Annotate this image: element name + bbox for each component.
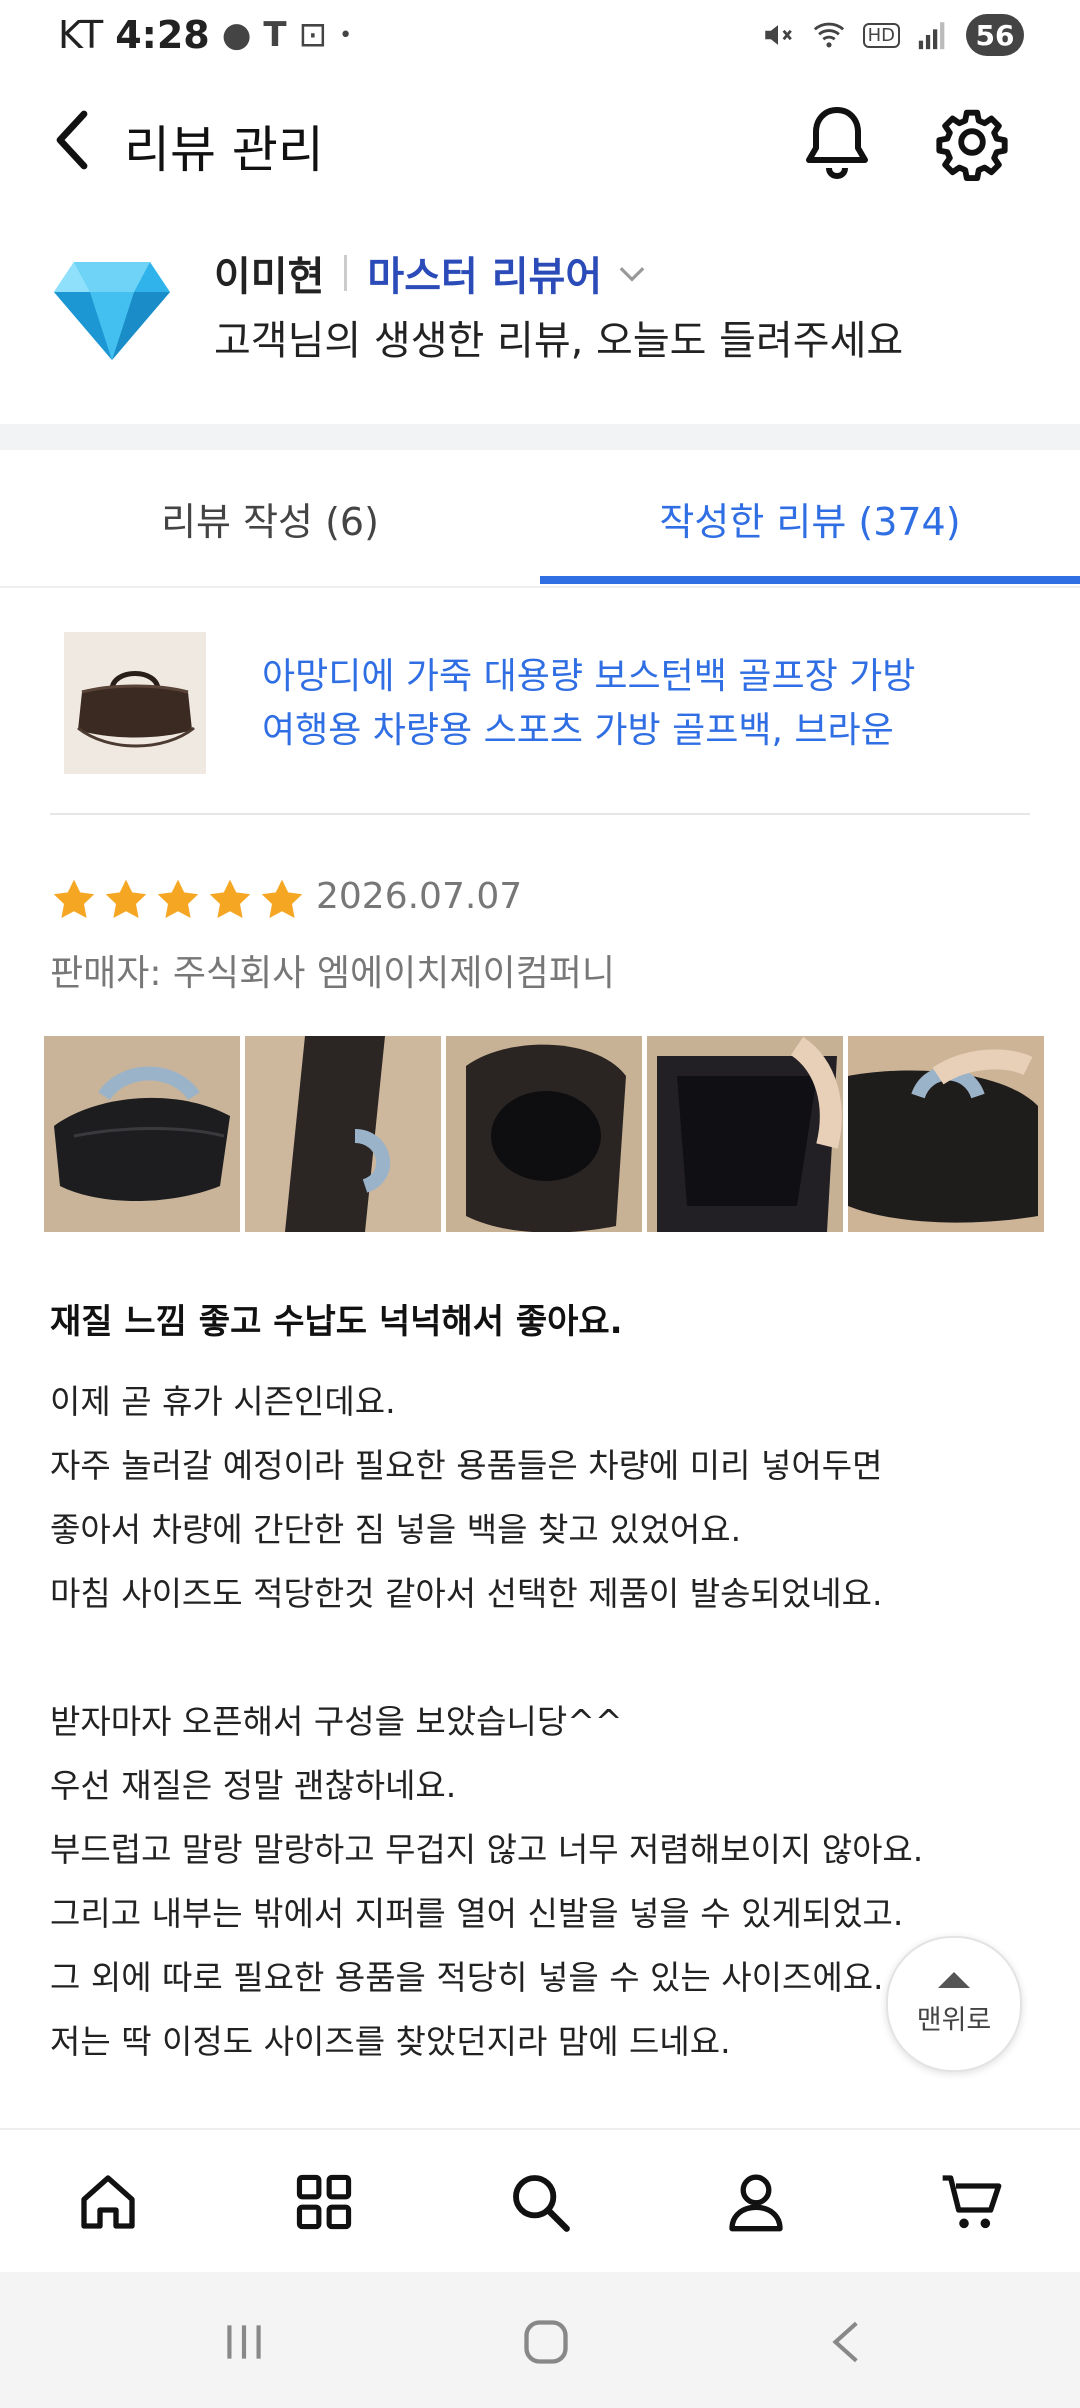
- mute-icon: [764, 25, 792, 45]
- dot-icon: •: [339, 22, 353, 48]
- star-rating: [50, 876, 306, 924]
- review-photo[interactable]: [245, 1036, 441, 1232]
- bottom-navigation: [0, 2128, 1080, 2274]
- review-headline: 재질 느낌 좋고 수납도 넉넉해서 좋아요.: [50, 1302, 623, 1342]
- carrier-label: KT: [58, 13, 104, 57]
- recents-icon: [227, 2325, 261, 2359]
- review-photo[interactable]: [647, 1036, 843, 1232]
- review-date: 2026.07.07: [316, 876, 523, 917]
- search-icon: [513, 2175, 570, 2232]
- nav-categories[interactable]: [288, 2166, 360, 2238]
- star-icon: [105, 879, 147, 918]
- star-icon: [157, 879, 199, 918]
- product-item[interactable]: 아망디에 가죽 대용량 보스턴백 골프장 가방 여행용 차량용 스포츠 가방 골…: [0, 620, 1080, 820]
- battery-indicator: 56: [966, 14, 1024, 56]
- product-divider: [50, 813, 1030, 815]
- tab-write-review[interactable]: 리뷰 작성 (6): [0, 450, 540, 586]
- home-icon: [81, 2175, 135, 2229]
- settings-button[interactable]: [935, 102, 1009, 182]
- clock-time: 4:28: [115, 13, 210, 57]
- home-button-icon: [524, 2320, 568, 2364]
- section-divider: [0, 424, 1080, 450]
- home-system-button[interactable]: [510, 2306, 582, 2378]
- grid-icon: [296, 2174, 352, 2230]
- screenshot-icon: ⊡: [298, 15, 328, 55]
- review-body: 이제 곧 휴가 시즌인데요. 자주 놀러갈 예정이라 필요한 용품들은 차량에 …: [50, 1370, 1010, 2074]
- gear-icon: [936, 109, 1008, 182]
- review-line: 저는 딱 이정도 사이즈를 찾았던지라 맘에 드네요.: [50, 2022, 731, 2061]
- system-navigation-bar: [0, 2272, 1080, 2408]
- tab-written-reviews[interactable]: 작성한 리뷰 (374): [540, 450, 1080, 586]
- product-name-line1[interactable]: 아망디에 가죽 대용량 보스턴백 골프장 가방: [262, 650, 1022, 704]
- t-app-icon: T: [263, 15, 287, 55]
- profile-subtitle: 고객님의 생생한 리뷰, 오늘도 들려주세요: [214, 318, 904, 364]
- scroll-to-top-button[interactable]: 맨위로: [886, 1936, 1022, 2072]
- nav-cart[interactable]: [936, 2166, 1008, 2238]
- name-divider: [344, 255, 348, 291]
- review-photo[interactable]: [848, 1036, 1044, 1232]
- status-bar: KT 4:28 ● T ⊡ • HD 56: [0, 0, 1080, 70]
- page-title: 리뷰 관리: [124, 121, 324, 179]
- signal-icon: [918, 22, 945, 50]
- product-name-line2[interactable]: 여행용 차량용 스포츠 가방 골프백, 브라운: [262, 704, 1022, 758]
- diamond-badge-icon: [54, 262, 170, 360]
- review-photos: [44, 1036, 1044, 1232]
- scroll-to-top-label: 맨위로: [916, 2004, 992, 2036]
- review-line: 우선 재질은 정말 괜찮하네요.: [50, 1766, 457, 1805]
- user-name: 이미현: [214, 254, 325, 300]
- nav-my-page[interactable]: [720, 2166, 792, 2238]
- person-icon: [729, 2174, 783, 2232]
- message-icon: ●: [221, 15, 252, 55]
- review-tabs: 리뷰 작성 (6) 작성한 리뷰 (374): [0, 450, 1080, 588]
- star-icon: [209, 879, 251, 918]
- recents-button[interactable]: [208, 2306, 280, 2378]
- review-line: 받자마자 오픈해서 구성을 보았습니당^^: [50, 1702, 623, 1741]
- review-photo[interactable]: [446, 1036, 642, 1232]
- review-line: 마침 사이즈도 적당한것 같아서 선택한 제품이 발송되었네요.: [50, 1574, 883, 1613]
- product-thumbnail[interactable]: [64, 632, 206, 774]
- back-button[interactable]: [40, 108, 104, 172]
- nav-home[interactable]: [72, 2166, 144, 2238]
- star-icon: [261, 879, 303, 918]
- back-system-button[interactable]: [812, 2306, 884, 2378]
- cart-icon: [942, 2175, 1002, 2229]
- review-photo[interactable]: [44, 1036, 240, 1232]
- notifications-button[interactable]: [800, 102, 874, 182]
- app-bar: 리뷰 관리: [0, 90, 1080, 190]
- review-line: 그리고 내부는 밖에서 지퍼를 열어 신발을 넣을 수 있게되었고.: [50, 1894, 904, 1933]
- nav-search[interactable]: [504, 2166, 576, 2238]
- arrow-up-icon: [938, 1971, 970, 1988]
- review-line: 이제 곧 휴가 시즌인데요.: [50, 1382, 396, 1421]
- review-line: 부드럽고 말랑 말랑하고 무겁지 않고 너무 저렴해보이지 않아요.: [50, 1830, 924, 1869]
- review-line: [50, 1626, 1010, 1690]
- review-line: 그 외에 따로 필요한 용품을 적당히 넣을 수 있는 사이즈에요.: [50, 1958, 884, 1997]
- chevron-down-icon[interactable]: [616, 257, 648, 289]
- chevron-left-icon: [56, 110, 88, 170]
- reviewer-level[interactable]: 마스터 리뷰어: [367, 244, 602, 302]
- hd-label: HD: [862, 22, 900, 48]
- bell-icon: [806, 107, 868, 180]
- review-line: 좋아서 차량에 간단한 짐 넣을 백을 찾고 있었어요.: [50, 1510, 742, 1549]
- back-icon: [832, 2321, 858, 2363]
- seller-name: 판매자: 주식회사 엠에이치제이컴퍼니: [50, 953, 615, 994]
- review-line: 자주 놀러갈 예정이라 필요한 용품들은 차량에 미리 넣어두면: [50, 1446, 883, 1485]
- active-tab-indicator: [540, 576, 1080, 584]
- star-icon: [53, 879, 95, 918]
- wifi-icon: [813, 22, 844, 48]
- profile-section: 이미현 마스터 리뷰어 고객님의 생생한 리뷰, 오늘도 들려주세요: [0, 230, 1080, 420]
